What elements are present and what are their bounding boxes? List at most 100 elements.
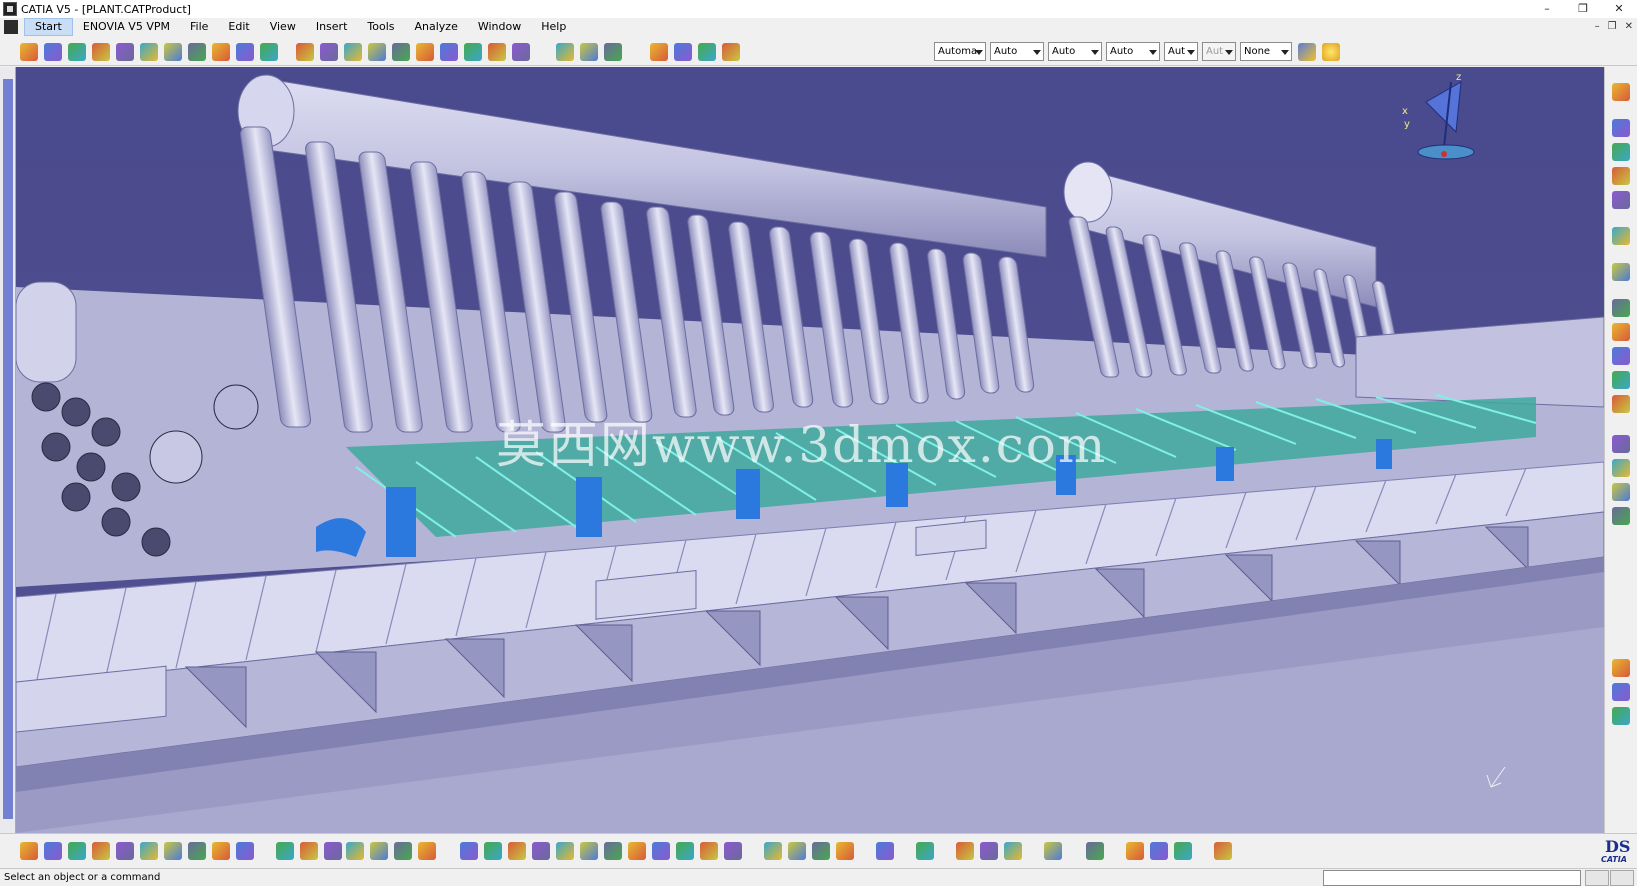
doc-minimize-button[interactable]: – bbox=[1595, 18, 1600, 36]
top-toolbar-tool-icon[interactable] bbox=[236, 43, 254, 61]
bottom-toolbar-tool-icon[interactable] bbox=[300, 842, 318, 860]
catia-app-icon[interactable] bbox=[3, 2, 17, 16]
top-toolbar-tool-icon[interactable] bbox=[604, 43, 622, 61]
bottom-toolbar-tool-icon[interactable] bbox=[1150, 842, 1168, 860]
top-toolbar-tool-icon[interactable] bbox=[212, 43, 230, 61]
doc-restore-button[interactable]: ❐ bbox=[1608, 18, 1617, 36]
command-input[interactable] bbox=[1323, 870, 1581, 886]
bottom-toolbar-tool-icon[interactable] bbox=[556, 842, 574, 860]
bottom-toolbar-tool-icon[interactable] bbox=[484, 842, 502, 860]
menu-window[interactable]: Window bbox=[468, 18, 531, 36]
top-toolbar-tool-icon[interactable] bbox=[260, 43, 278, 61]
top-toolbar-tool-icon[interactable] bbox=[674, 43, 692, 61]
right-toolbar-tool-icon[interactable] bbox=[1612, 459, 1630, 477]
top-toolbar-tool-icon[interactable] bbox=[416, 43, 434, 61]
right-toolbar-tool-icon[interactable] bbox=[1612, 507, 1630, 525]
graphic-property-combo-3[interactable]: Auto bbox=[1048, 42, 1102, 61]
right-toolbar-tool-icon[interactable] bbox=[1612, 371, 1630, 389]
graphic-property-combo-5[interactable]: Aut bbox=[1164, 42, 1198, 61]
bottom-toolbar-tool-icon[interactable] bbox=[1214, 842, 1232, 860]
graphic-properties-icon[interactable] bbox=[1322, 43, 1340, 61]
bottom-toolbar-tool-icon[interactable] bbox=[788, 842, 806, 860]
bottom-toolbar-tool-icon[interactable] bbox=[1044, 842, 1062, 860]
menu-file[interactable]: File bbox=[180, 18, 218, 36]
document-menu-icon[interactable] bbox=[4, 20, 18, 34]
bottom-toolbar-tool-icon[interactable] bbox=[508, 842, 526, 860]
bottom-toolbar-tool-icon[interactable] bbox=[980, 842, 998, 860]
menu-start[interactable]: Start bbox=[24, 18, 73, 36]
graphic-property-combo-2[interactable]: Auto bbox=[990, 42, 1044, 61]
bottom-toolbar-tool-icon[interactable] bbox=[652, 842, 670, 860]
top-toolbar-tool-icon[interactable] bbox=[44, 43, 62, 61]
bottom-toolbar-tool-icon[interactable] bbox=[140, 842, 158, 860]
top-toolbar-tool-icon[interactable] bbox=[440, 43, 458, 61]
top-toolbar-tool-icon[interactable] bbox=[512, 43, 530, 61]
top-toolbar-tool-icon[interactable] bbox=[464, 43, 482, 61]
bottom-toolbar-tool-icon[interactable] bbox=[212, 842, 230, 860]
bottom-toolbar-tool-icon[interactable] bbox=[394, 842, 412, 860]
bottom-toolbar-tool-icon[interactable] bbox=[1174, 842, 1192, 860]
bottom-toolbar-tool-icon[interactable] bbox=[916, 842, 934, 860]
3d-viewport[interactable]: x y z 莫西网www.3dmox.com bbox=[16, 67, 1604, 833]
top-toolbar-tool-icon[interactable] bbox=[650, 43, 668, 61]
menu-help[interactable]: Help bbox=[531, 18, 576, 36]
restore-button[interactable]: ❐ bbox=[1565, 0, 1601, 18]
bottom-toolbar-tool-icon[interactable] bbox=[370, 842, 388, 860]
bottom-toolbar-tool-icon[interactable] bbox=[116, 842, 134, 860]
bottom-toolbar-tool-icon[interactable] bbox=[812, 842, 830, 860]
top-toolbar-tool-icon[interactable] bbox=[368, 43, 386, 61]
bottom-toolbar-tool-icon[interactable] bbox=[324, 842, 342, 860]
close-button[interactable]: ✕ bbox=[1601, 0, 1637, 18]
specification-tree-bar[interactable] bbox=[3, 79, 13, 819]
bottom-toolbar-tool-icon[interactable] bbox=[724, 842, 742, 860]
menu-insert[interactable]: Insert bbox=[306, 18, 358, 36]
graphic-property-combo-4[interactable]: Auto bbox=[1106, 42, 1160, 61]
right-toolbar-tool-icon[interactable] bbox=[1612, 299, 1630, 317]
top-toolbar-tool-icon[interactable] bbox=[92, 43, 110, 61]
top-toolbar-tool-icon[interactable] bbox=[722, 43, 740, 61]
command-option-button-1[interactable] bbox=[1585, 870, 1609, 886]
right-toolbar-tool-icon[interactable] bbox=[1612, 683, 1630, 701]
top-toolbar-tool-icon[interactable] bbox=[68, 43, 86, 61]
top-toolbar-tool-icon[interactable] bbox=[164, 43, 182, 61]
top-toolbar-tool-icon[interactable] bbox=[392, 43, 410, 61]
top-toolbar-tool-icon[interactable] bbox=[20, 43, 38, 61]
bottom-toolbar-tool-icon[interactable] bbox=[188, 842, 206, 860]
bottom-toolbar-tool-icon[interactable] bbox=[68, 842, 86, 860]
menu-view[interactable]: View bbox=[260, 18, 306, 36]
bottom-toolbar-tool-icon[interactable] bbox=[956, 842, 974, 860]
right-toolbar-tool-icon[interactable] bbox=[1612, 347, 1630, 365]
right-toolbar-tool-icon[interactable] bbox=[1612, 263, 1630, 281]
top-toolbar-tool-icon[interactable] bbox=[698, 43, 716, 61]
top-toolbar-tool-icon[interactable] bbox=[296, 43, 314, 61]
right-toolbar-tool-icon[interactable] bbox=[1612, 323, 1630, 341]
bottom-toolbar-tool-icon[interactable] bbox=[276, 842, 294, 860]
top-toolbar-tool-icon[interactable] bbox=[488, 43, 506, 61]
top-toolbar-tool-icon[interactable] bbox=[580, 43, 598, 61]
right-toolbar-tool-icon[interactable] bbox=[1612, 707, 1630, 725]
left-splitter[interactable] bbox=[0, 67, 16, 833]
bottom-toolbar-tool-icon[interactable] bbox=[236, 842, 254, 860]
right-toolbar-tool-icon[interactable] bbox=[1612, 143, 1630, 161]
right-toolbar-tool-icon[interactable] bbox=[1612, 191, 1630, 209]
top-toolbar-tool-icon[interactable] bbox=[116, 43, 134, 61]
menu-edit[interactable]: Edit bbox=[218, 18, 259, 36]
graphic-property-combo-7[interactable]: None bbox=[1240, 42, 1292, 61]
right-toolbar-tool-icon[interactable] bbox=[1612, 435, 1630, 453]
bottom-toolbar-tool-icon[interactable] bbox=[1004, 842, 1022, 860]
doc-close-button[interactable]: ✕ bbox=[1625, 18, 1633, 36]
bottom-toolbar-tool-icon[interactable] bbox=[460, 842, 478, 860]
bottom-toolbar-tool-icon[interactable] bbox=[836, 842, 854, 860]
right-toolbar-tool-icon[interactable] bbox=[1612, 483, 1630, 501]
bottom-toolbar-tool-icon[interactable] bbox=[164, 842, 182, 860]
bottom-toolbar-tool-icon[interactable] bbox=[676, 842, 694, 860]
bottom-toolbar-tool-icon[interactable] bbox=[876, 842, 894, 860]
bottom-toolbar-tool-icon[interactable] bbox=[628, 842, 646, 860]
bottom-toolbar-tool-icon[interactable] bbox=[20, 842, 38, 860]
right-toolbar-tool-icon[interactable] bbox=[1612, 119, 1630, 137]
right-toolbar-tool-icon[interactable] bbox=[1612, 83, 1630, 101]
right-toolbar-tool-icon[interactable] bbox=[1612, 167, 1630, 185]
top-toolbar-tool-icon[interactable] bbox=[556, 43, 574, 61]
menu-analyze[interactable]: Analyze bbox=[405, 18, 468, 36]
bottom-toolbar-tool-icon[interactable] bbox=[700, 842, 718, 860]
